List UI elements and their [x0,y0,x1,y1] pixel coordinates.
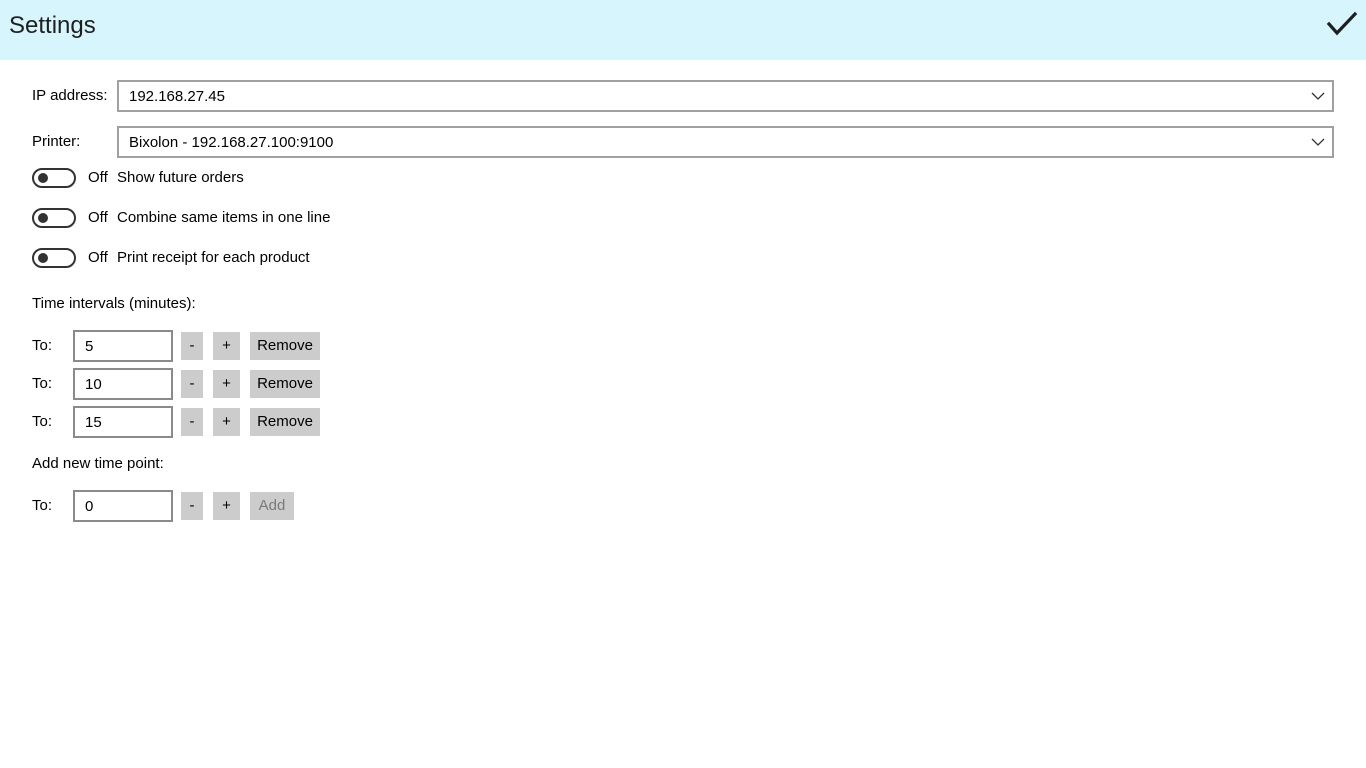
new-point-value-input[interactable] [73,490,173,522]
chevron-down-icon [1311,138,1325,146]
chevron-down-icon [1311,92,1325,100]
interval-decrement-button[interactable]: - [181,370,203,398]
add-time-point-button[interactable]: Add [250,492,294,520]
interval-value-input[interactable] [73,330,173,362]
new-point-to-label: To: [32,497,53,514]
combine-items-label: Combine same items in one line [117,209,331,226]
toggle-state-label: Off [88,209,108,226]
printer-value: Bixolon - 192.168.27.100:9100 [129,134,334,151]
new-point-increment-button[interactable]: + [213,492,240,520]
page-title: Settings [9,12,96,39]
interval-remove-button[interactable]: Remove [250,408,320,436]
print-receipt-each-product-label: Print receipt for each product [117,249,310,266]
interval-increment-button[interactable]: + [213,332,240,360]
interval-increment-button[interactable]: + [213,408,240,436]
time-intervals-heading: Time intervals (minutes): [32,295,196,312]
interval-to-label: To: [32,375,53,392]
print-receipt-each-product-toggle[interactable] [32,248,76,268]
show-future-orders-label: Show future orders [117,169,244,186]
checkmark-icon [1326,11,1358,36]
toggle-state-label: Off [88,169,108,186]
interval-value-input[interactable] [73,406,173,438]
interval-decrement-button[interactable]: - [181,408,203,436]
interval-decrement-button[interactable]: - [181,332,203,360]
toggle-state-label: Off [88,249,108,266]
interval-increment-button[interactable]: + [213,370,240,398]
ip-address-dropdown[interactable]: 192.168.27.45 [117,80,1334,112]
printer-dropdown[interactable]: Bixolon - 192.168.27.100:9100 [117,126,1334,158]
toggle-knob [38,253,48,263]
add-time-point-heading: Add new time point: [32,455,164,472]
accept-button[interactable] [1324,8,1360,42]
new-point-decrement-button[interactable]: - [181,492,203,520]
toggle-knob [38,173,48,183]
title-bar: Settings [0,0,1366,60]
printer-label: Printer: [32,133,81,150]
interval-to-label: To: [32,337,53,354]
show-future-orders-toggle[interactable] [32,168,76,188]
interval-remove-button[interactable]: Remove [250,370,320,398]
ip-address-value: 192.168.27.45 [129,88,225,105]
interval-remove-button[interactable]: Remove [250,332,320,360]
interval-value-input[interactable] [73,368,173,400]
interval-to-label: To: [32,413,53,430]
ip-address-label: IP address: [32,87,108,104]
combine-items-toggle[interactable] [32,208,76,228]
toggle-knob [38,213,48,223]
